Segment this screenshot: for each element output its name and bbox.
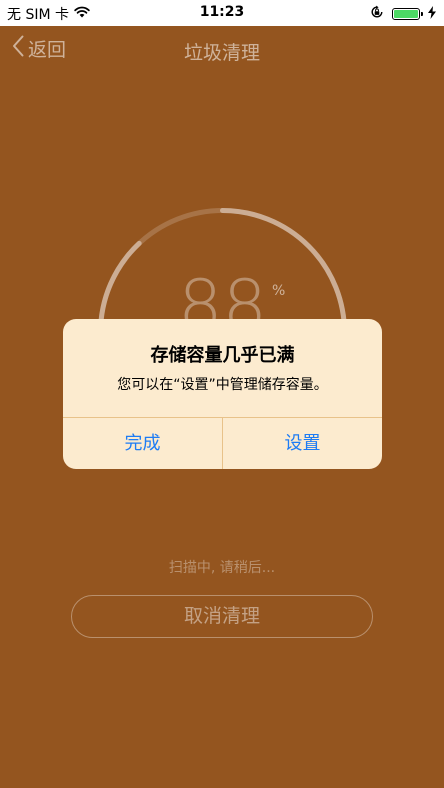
battery-icon [392,8,423,20]
storage-alert-dialog: 存储容量几乎已满 您可以在“设置”中管理储存容量。 完成 设置 [63,319,382,469]
battery-fill [394,10,418,18]
status-right [370,5,436,23]
cancel-clean-button[interactable]: 取消清理 [71,595,373,638]
rotation-lock-icon [370,5,384,23]
scan-status-text: 扫描中, 请稍后... [168,560,276,576]
percent-unit: % [272,283,286,299]
settings-button[interactable]: 设置 [222,418,382,469]
done-button[interactable]: 完成 [63,418,222,469]
alert-message: 您可以在“设置”中管理储存容量。 [117,377,328,393]
navigation-bar: 返回 垃圾清理 [0,26,444,74]
page-title: 垃圾清理 [183,42,260,64]
alert-title: 存储容量几乎已满 [150,345,295,366]
alert-actions: 完成 设置 [63,417,382,469]
charging-icon [428,5,436,23]
status-bar: 无 SIM 卡 11:23 [0,0,444,26]
